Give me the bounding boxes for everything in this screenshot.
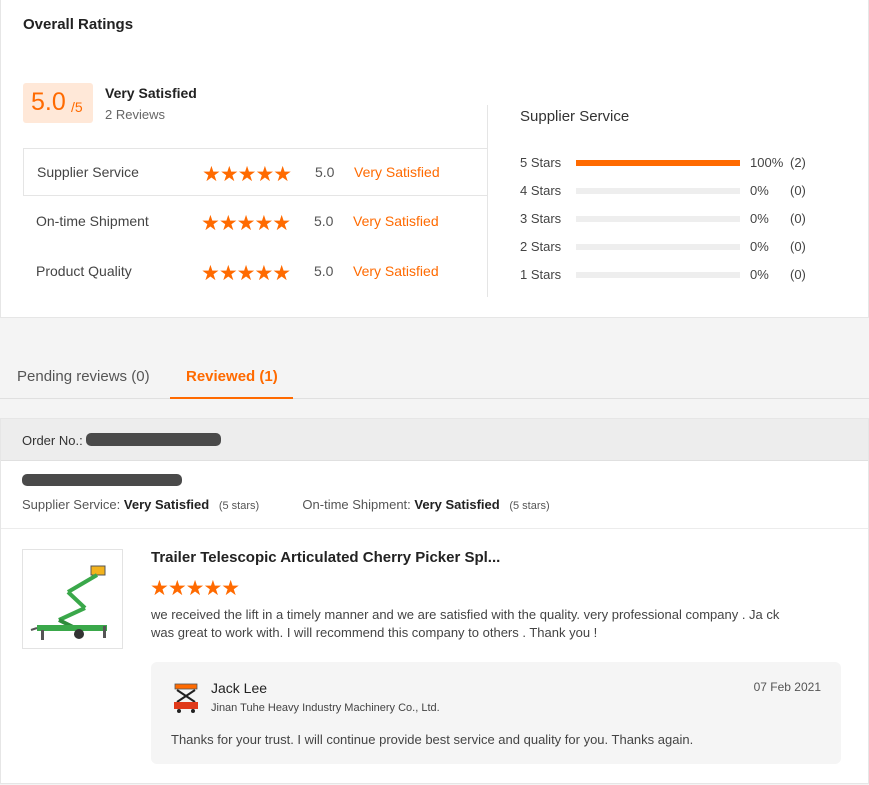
rating-value: 5.0 [314, 213, 334, 229]
divider-vertical [487, 105, 488, 297]
distribution-count: (0) [790, 211, 806, 226]
supplier-service-value: Very Satisfied [123, 497, 210, 512]
rating-name: On-time Shipment [36, 213, 149, 229]
distribution-bar [576, 244, 740, 250]
rating-name: Product Quality [36, 263, 132, 279]
star-rating-icon: ★★★★★ [201, 262, 291, 285]
rating-text: Very Satisfied [354, 164, 440, 180]
rating-row-supplier-service: Supplier Service ★★★★★ 5.0 Very Satisfie… [23, 148, 487, 196]
shipment-label: On-time Shipment: [302, 497, 411, 512]
rating-row-on-time-shipment: On-time Shipment ★★★★★ 5.0 Very Satisfie… [23, 198, 487, 246]
distribution-percent: 0% [750, 267, 769, 282]
product-title-link[interactable]: Trailer Telescopic Articulated Cherry Pi… [151, 549, 500, 566]
star-rating-icon: ★★★★★ [201, 212, 291, 235]
reply-author-name: Jack Lee [211, 680, 268, 696]
redacted-order-number [86, 433, 221, 446]
review-meta-line: Supplier Service: Very Satisfied (5 star… [22, 497, 550, 512]
overall-score-badge: 5.0 /5 [23, 83, 93, 123]
section-title: Overall Ratings [23, 16, 134, 33]
distribution-label: 1 Stars [520, 267, 562, 282]
scissor-lift-logo-icon [174, 683, 198, 713]
distribution-row-4-stars: 4 Stars 0% (0) [520, 182, 820, 200]
redacted-buyer-info [22, 474, 182, 486]
order-bar: Order No.: [1, 419, 868, 461]
shipment-value: Very Satisfied [414, 497, 500, 512]
reply-date: 07 Feb 2021 [753, 680, 821, 694]
distribution-percent: 0% [750, 211, 769, 226]
rating-text: Very Satisfied [353, 263, 439, 279]
distribution-percent: 100% [750, 155, 784, 170]
review-tabs: Pending reviews (0) Reviewed (1) [0, 355, 869, 399]
star-rating-icon: ★★★★★ [202, 163, 292, 186]
supplier-service-label: Supplier Service: [22, 497, 121, 512]
rating-text: Very Satisfied [353, 213, 439, 229]
distribution-bar [576, 160, 740, 166]
star-rating-icon: ★★★★★ [150, 577, 240, 600]
distribution-label: 4 Stars [520, 183, 562, 198]
cherry-picker-icon [30, 565, 107, 640]
review-text: we received the lift in a timely manner … [151, 607, 780, 640]
supplier-reply: Jack Lee Jinan Tuhe Heavy Industry Machi… [151, 662, 841, 764]
tab-reviewed[interactable]: Reviewed (1) [186, 368, 278, 385]
overall-score: 5.0 [31, 88, 66, 116]
distribution-bar [576, 188, 740, 194]
divider [1, 528, 868, 529]
distribution-count: (2) [790, 155, 806, 170]
distribution-percent: 0% [750, 239, 769, 254]
distribution-row-3-stars: 3 Stars 0% (0) [520, 210, 820, 228]
overall-score-label: Very Satisfied [105, 85, 197, 101]
order-number-label: Order No.: [22, 433, 83, 448]
reply-text: Thanks for your trust. I will continue p… [171, 732, 694, 747]
review-count: 2 Reviews [105, 107, 165, 122]
tab-pending-reviews[interactable]: Pending reviews (0) [17, 368, 150, 385]
review-card: Order No.: Supplier Service: Very Satisf… [0, 418, 869, 784]
distribution-bar [576, 272, 740, 278]
supplier-service-stars: (5 stars) [218, 500, 260, 512]
rating-value: 5.0 [315, 164, 335, 180]
product-image[interactable] [22, 549, 123, 649]
distribution-label: 2 Stars [520, 239, 562, 254]
rating-name: Supplier Service [37, 164, 139, 180]
distribution-label: 5 Stars [520, 155, 562, 170]
active-tab-indicator [170, 397, 293, 399]
distribution-row-2-stars: 2 Stars 0% (0) [520, 238, 820, 256]
distribution-percent: 0% [750, 183, 769, 198]
distribution-count: (0) [790, 239, 806, 254]
overall-ratings-card: Overall Ratings 5.0 /5 Very Satisfied 2 … [0, 0, 869, 318]
distribution-row-5-stars: 5 Stars 100% (2) [520, 154, 820, 172]
avatar [171, 680, 201, 714]
rating-value: 5.0 [314, 263, 334, 279]
overall-score-max: /5 [71, 99, 83, 115]
distribution-label: 3 Stars [520, 211, 562, 226]
distribution-title: Supplier Service [520, 108, 630, 125]
distribution-count: (0) [790, 267, 806, 282]
distribution-row-1-stars: 1 Stars 0% (0) [520, 266, 820, 284]
rating-row-product-quality: Product Quality ★★★★★ 5.0 Very Satisfied [23, 248, 487, 296]
shipment-stars: (5 stars) [509, 500, 550, 512]
distribution-count: (0) [790, 183, 806, 198]
reply-company-name: Jinan Tuhe Heavy Industry Machinery Co.,… [211, 702, 440, 714]
distribution-bar-fill [576, 160, 740, 166]
distribution-bar [576, 216, 740, 222]
